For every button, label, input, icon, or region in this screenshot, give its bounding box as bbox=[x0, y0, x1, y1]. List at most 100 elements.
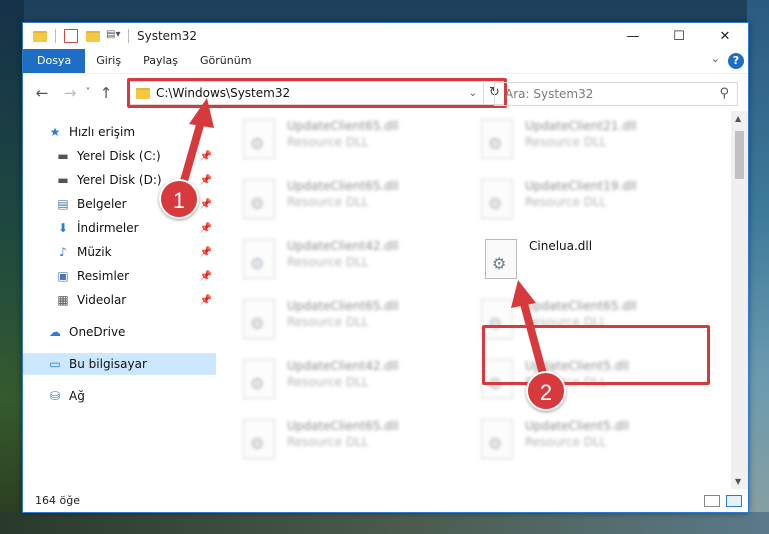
file-name: UpdateClient65.dll bbox=[287, 119, 399, 133]
music-icon: ♪ bbox=[59, 245, 67, 259]
file-type: Resource DLL bbox=[525, 135, 607, 149]
explorer-body: ★ Hızlı erişim ▬ Yerel Disk (C:) 📌 ▬ Yer… bbox=[23, 111, 748, 489]
file-name: UpdateClient65.dll bbox=[525, 299, 637, 313]
pin-icon[interactable]: 📌 bbox=[200, 223, 212, 234]
file-type: Resource DLL bbox=[287, 195, 369, 209]
forward-button[interactable]: → bbox=[59, 84, 81, 102]
step-badge-2: 2 bbox=[526, 371, 566, 411]
pin-icon[interactable]: 📌 bbox=[200, 271, 212, 282]
dll-file-icon: ⚙ bbox=[243, 239, 275, 279]
desktop-background-left bbox=[0, 0, 24, 534]
properties-icon[interactable] bbox=[64, 29, 78, 43]
pictures-icon: ▣ bbox=[57, 269, 69, 283]
dll-file-icon: ⚙ bbox=[243, 299, 275, 339]
search-input[interactable]: Ara: System32 ⚲ bbox=[494, 82, 738, 106]
file-name: UpdateClient21.dll bbox=[525, 119, 637, 133]
sidebar-item-disk-c[interactable]: ▬ Yerel Disk (C:) 📌 bbox=[23, 145, 216, 167]
sidebar-item-quick-access[interactable]: ★ Hızlı erişim bbox=[23, 121, 216, 143]
tab-giris[interactable]: Giriş bbox=[85, 49, 132, 73]
minimize-button[interactable]: — bbox=[610, 23, 656, 49]
file-type: Resource DLL bbox=[287, 135, 369, 149]
scroll-down-icon[interactable]: ▼ bbox=[735, 477, 741, 486]
file-name: UpdateClient42.dll bbox=[287, 359, 399, 373]
star-icon: ★ bbox=[49, 125, 61, 139]
details-view-icon[interactable] bbox=[704, 495, 720, 507]
navigation-pane: ★ Hızlı erişim ▬ Yerel Disk (C:) 📌 ▬ Yer… bbox=[23, 111, 218, 489]
sidebar-item-videos[interactable]: ▦ Videolar 📌 bbox=[23, 289, 216, 311]
file-type: Resource DLL bbox=[525, 435, 607, 449]
file-item[interactable]: ⚙ UpdateClient65.dll Resource DLL bbox=[243, 177, 473, 237]
file-item[interactable]: ⚙ UpdateClient65.dll Resource DLL bbox=[243, 297, 473, 357]
sidebar-item-onedrive[interactable]: ☁ OneDrive bbox=[23, 321, 216, 343]
tab-dosya[interactable]: Dosya bbox=[23, 49, 86, 73]
file-item[interactable]: ⚙ UpdateClient19.dll Resource DLL bbox=[481, 177, 711, 237]
file-highlight bbox=[482, 325, 710, 385]
help-button[interactable]: ? bbox=[728, 53, 744, 69]
back-button[interactable]: ← bbox=[31, 84, 53, 102]
ribbon-tabs: Dosya Giriş Paylaş Görünüm ⌄ ? bbox=[23, 49, 748, 73]
file-list: ⚙ UpdateClient65.dll Resource DLL ⚙ Updat… bbox=[223, 111, 733, 489]
file-item[interactable]: ⚙ UpdateClient5.dll Resource DLL bbox=[481, 417, 711, 477]
address-path: C:\Windows\System32 bbox=[156, 86, 291, 100]
maximize-button[interactable]: ☐ bbox=[656, 23, 702, 49]
search-icon: ⚲ bbox=[719, 86, 729, 101]
file-item[interactable]: ⚙ UpdateClient42.dll Resource DLL bbox=[243, 237, 473, 297]
video-icon: ▦ bbox=[57, 293, 69, 307]
file-explorer-window: ▤▾ System32 — ☐ ✕ Dosya Giriş Paylaş Gör… bbox=[22, 22, 749, 513]
dll-file-icon: ⚙ bbox=[485, 239, 517, 279]
documents-icon: ▤ bbox=[57, 197, 69, 211]
desktop-background-right bbox=[747, 0, 769, 534]
dll-file-icon: ⚙ bbox=[481, 179, 513, 219]
search-placeholder: Ara: System32 bbox=[505, 87, 594, 101]
file-type: Resource DLL bbox=[287, 375, 369, 389]
new-folder-icon[interactable] bbox=[86, 29, 100, 43]
divider bbox=[55, 29, 56, 43]
close-button[interactable]: ✕ bbox=[702, 23, 748, 49]
file-type: Resource DLL bbox=[287, 255, 369, 269]
sidebar-item-network[interactable]: ⛁ Ağ bbox=[23, 385, 216, 407]
tab-gorunum[interactable]: Görünüm bbox=[189, 49, 262, 73]
file-name: UpdateClient65.dll bbox=[287, 179, 399, 193]
sidebar-item-label: İndirmeler bbox=[77, 221, 139, 235]
sidebar-item-music[interactable]: ♪ Müzik 📌 bbox=[23, 241, 216, 263]
file-item[interactable]: ⚙ UpdateClient65.dll Resource DLL bbox=[243, 417, 473, 477]
file-item-cinelua[interactable]: ⚙ Cinelua.dll bbox=[485, 237, 715, 297]
file-type: Resource DLL bbox=[287, 435, 369, 449]
download-icon: ⬇ bbox=[57, 221, 69, 235]
chevron-down-icon[interactable]: ⌄ bbox=[469, 88, 477, 99]
step-badge-1: 1 bbox=[159, 179, 199, 219]
scroll-thumb[interactable] bbox=[735, 131, 744, 179]
sidebar-item-label: Resimler bbox=[77, 269, 130, 283]
dll-file-icon: ⚙ bbox=[243, 179, 275, 219]
sidebar-item-downloads[interactable]: ⬇ İndirmeler 📌 bbox=[23, 217, 216, 239]
dll-file-icon: ⚙ bbox=[481, 119, 513, 159]
address-bar[interactable]: C:\Windows\System32 ⌄ bbox=[129, 81, 484, 105]
pin-icon[interactable]: 📌 bbox=[200, 295, 212, 306]
pin-icon[interactable]: 📌 bbox=[200, 175, 212, 186]
file-item[interactable]: ⚙ UpdateClient21.dll Resource DLL bbox=[481, 117, 711, 177]
tab-paylas[interactable]: Paylaş bbox=[132, 49, 189, 73]
divider bbox=[128, 29, 129, 43]
window-title: System32 bbox=[137, 29, 198, 43]
file-item[interactable]: ⚙ UpdateClient65.dll Resource DLL bbox=[243, 117, 473, 177]
recent-locations-button[interactable]: ˅ bbox=[81, 87, 95, 98]
file-name: UpdateClient65.dll bbox=[287, 299, 399, 313]
up-button[interactable]: ↑ bbox=[95, 84, 117, 102]
sidebar-item-this-pc[interactable]: ▭ Bu bilgisayar bbox=[23, 353, 216, 375]
dll-file-icon: ⚙ bbox=[243, 419, 275, 459]
file-name: UpdateClient42.dll bbox=[287, 239, 399, 253]
drive-icon: ▬ bbox=[57, 149, 69, 163]
scroll-up-icon[interactable]: ▲ bbox=[735, 114, 741, 123]
dll-file-icon: ⚙ bbox=[481, 419, 513, 459]
chevron-down-icon[interactable]: ⌄ bbox=[711, 52, 720, 65]
pin-icon[interactable]: 📌 bbox=[200, 151, 212, 162]
pin-icon[interactable]: 📌 bbox=[200, 199, 212, 210]
sidebar-item-pictures[interactable]: ▣ Resimler 📌 bbox=[23, 265, 216, 287]
vertical-scrollbar[interactable]: ▲ ▼ bbox=[731, 111, 748, 489]
pin-icon[interactable]: 📌 bbox=[200, 247, 212, 258]
large-icons-view-icon[interactable] bbox=[726, 495, 742, 507]
status-bar: 164 öğe bbox=[23, 488, 748, 512]
file-item[interactable]: ⚙ UpdateClient42.dll Resource DLL bbox=[243, 357, 473, 417]
customize-toolbar-icon[interactable]: ▤▾ bbox=[106, 29, 120, 43]
sidebar-item-label: Yerel Disk (D:) bbox=[77, 173, 162, 187]
